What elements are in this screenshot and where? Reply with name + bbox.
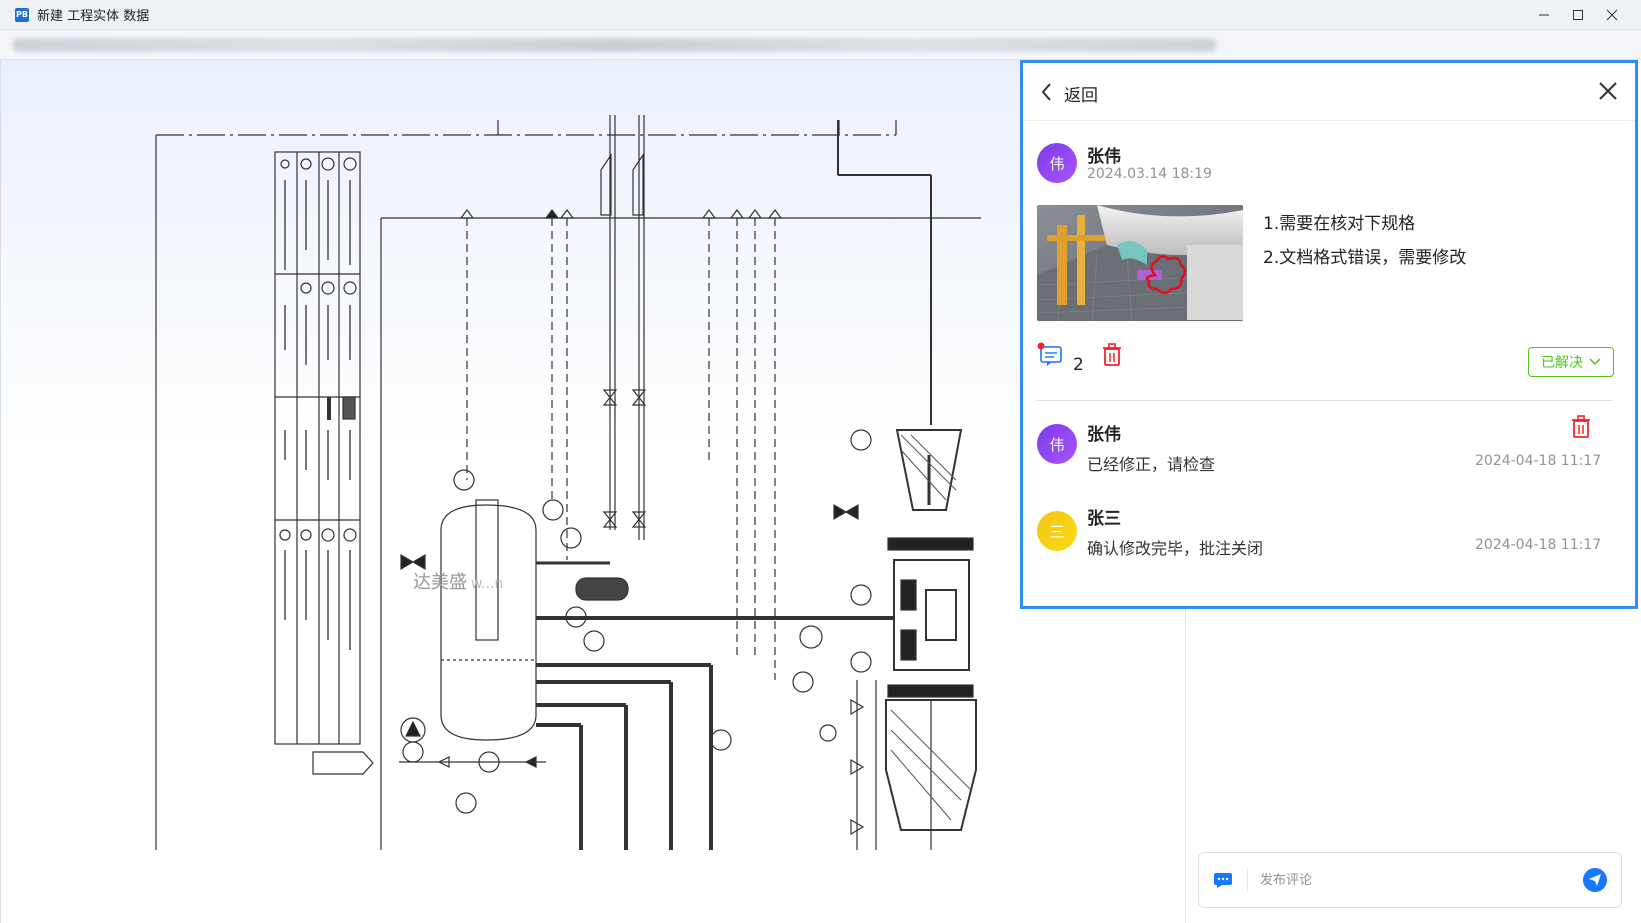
plant-screenshot-image xyxy=(1037,205,1243,321)
delete-icon[interactable] xyxy=(1570,415,1592,439)
watermark-tail: w...n xyxy=(471,576,503,592)
panel-header: 返回 xyxy=(1023,63,1635,121)
status-dropdown[interactable]: 已解决 xyxy=(1528,347,1614,377)
maximize-icon xyxy=(1573,10,1583,20)
watermark-text: 达美盛 xyxy=(413,572,467,593)
minimize-button[interactable] xyxy=(1527,0,1561,30)
drawing-viewer[interactable]: 达美盛 w...n xyxy=(0,60,1185,923)
close-panel-icon[interactable] xyxy=(1597,80,1619,102)
comment-input[interactable] xyxy=(1260,872,1580,888)
pid-drawing[interactable]: 达美盛 w...n xyxy=(1,60,1186,923)
back-chevron-icon[interactable] xyxy=(1039,81,1055,103)
reply-text: 确认修改完毕，批注关闭 xyxy=(1087,539,1264,558)
status-label: 已解决 xyxy=(1541,355,1583,371)
delete-icon[interactable] xyxy=(1101,343,1123,367)
author-date: 2024.03.14 18:19 xyxy=(1087,166,1212,182)
reply-author: 张伟 xyxy=(1087,425,1121,445)
send-button[interactable] xyxy=(1583,868,1607,892)
close-window-button[interactable] xyxy=(1595,0,1629,30)
annotation-panel: 返回 伟 张伟 2024.03.14 18:19 1.需要在核对下规格 2.文档… xyxy=(1020,60,1638,609)
comment-input-box[interactable] xyxy=(1198,852,1622,908)
minimize-icon xyxy=(1539,14,1549,16)
title-bar: PB 新建 工程实体 数据 xyxy=(0,0,1641,30)
blurred-url xyxy=(12,38,1217,52)
close-icon xyxy=(1606,9,1618,21)
avatar: 伟 xyxy=(1037,143,1077,183)
reply-count: 2 xyxy=(1073,355,1084,375)
reply-icon[interactable] xyxy=(1037,342,1065,368)
note-line-2: 2.文档格式错误，需要修改 xyxy=(1263,248,1467,268)
maximize-button[interactable] xyxy=(1561,0,1595,30)
address-bar[interactable] xyxy=(0,30,1641,60)
app-logo-icon: PB xyxy=(15,7,29,22)
reply-avatar: 三 xyxy=(1037,511,1077,551)
annotation-screenshot[interactable] xyxy=(1037,205,1243,321)
window-title: 新建 工程实体 数据 xyxy=(37,9,150,24)
chat-bubble-icon xyxy=(1214,873,1232,888)
back-button[interactable]: 返回 xyxy=(1064,81,1098,106)
reply-avatar: 伟 xyxy=(1037,424,1077,464)
send-icon xyxy=(1589,874,1601,886)
chevron-down-icon xyxy=(1589,358,1601,366)
note-line-1: 1.需要在核对下规格 xyxy=(1263,214,1416,234)
reply-time: 2024-04-18 11:17 xyxy=(1475,537,1602,553)
reply-author: 张三 xyxy=(1087,509,1121,529)
comment-separator xyxy=(1247,868,1248,892)
author-name: 张伟 xyxy=(1087,147,1121,167)
reply-time: 2024-04-18 11:17 xyxy=(1475,453,1602,469)
divider xyxy=(1037,400,1613,401)
reply-text: 已经修正，请检查 xyxy=(1087,455,1216,474)
